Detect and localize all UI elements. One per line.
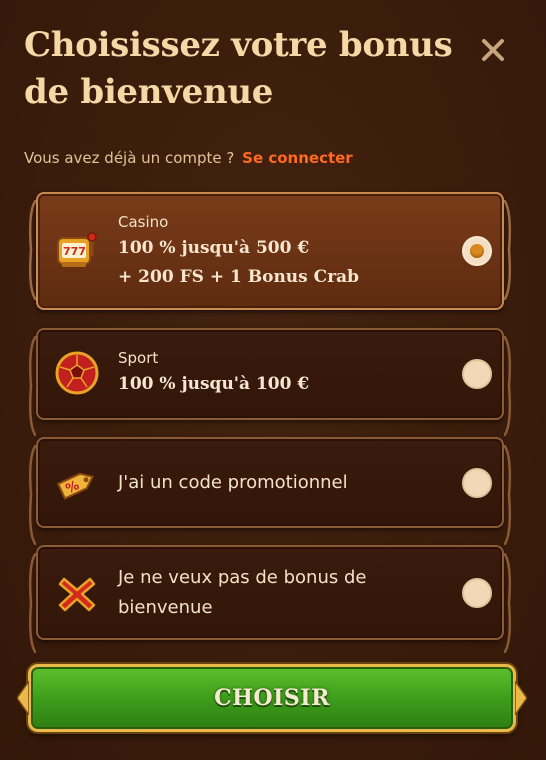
option-offer-line1: 100 % jusqu'à 500 € — [118, 238, 310, 258]
bonus-option-no-bonus[interactable]: Je ne veux pas de bonus de bienvenue — [28, 545, 512, 653]
svg-text:777: 777 — [63, 245, 86, 258]
bonus-option-casino[interactable]: 777 Casino 100 % jusqu'à 500 € + 200 FS … — [28, 192, 512, 310]
frame-ornament-right — [504, 445, 512, 545]
option-offer-line1: 100 % jusqu'à 100 € — [118, 374, 310, 394]
bonus-option-sport[interactable]: Sport 100 % jusqu'à 100 € — [28, 328, 512, 436]
option-label-line2: bienvenue — [118, 597, 213, 618]
radio-sport[interactable] — [462, 359, 492, 389]
button-ornament-left — [17, 681, 29, 715]
radio-promo-code[interactable] — [462, 468, 492, 498]
frame-ornament-left — [28, 445, 36, 545]
frame-ornament-right — [504, 553, 512, 653]
frame-ornament-left — [28, 200, 36, 300]
option-offer-line2: + 200 FS + 1 Bonus Crab — [118, 267, 360, 287]
login-link[interactable]: Se connecter — [242, 149, 353, 167]
button-ornament-right — [515, 681, 527, 715]
modal-title: Choisissez votre bonus de bienvenue — [24, 25, 453, 112]
option-label: J'ai un code promotionnel — [118, 472, 348, 493]
option-category: Sport — [118, 349, 159, 367]
radio-casino[interactable] — [462, 236, 492, 266]
close-icon — [482, 39, 504, 61]
option-label-line1: Je ne veux pas de bonus de — [118, 567, 367, 588]
bonus-option-promo-code[interactable]: % J'ai un code promotionnel — [28, 437, 512, 545]
choose-button[interactable]: CHOISIR — [17, 664, 527, 732]
login-prompt: Vous avez déjà un compte ? Se connecter — [24, 149, 353, 167]
welcome-bonus-modal: Choisissez votre bonus de bienvenue Vous… — [0, 0, 546, 760]
choose-button-label: CHOISIR — [214, 685, 330, 711]
option-promo-text: J'ai un code promotionnel — [118, 468, 348, 498]
close-button[interactable] — [476, 30, 510, 70]
radio-selected-dot — [470, 244, 484, 258]
frame-ornament-left — [28, 553, 36, 653]
promo-tag-icon: % — [56, 472, 94, 500]
frame-ornament-right — [504, 336, 512, 436]
radio-no-bonus[interactable] — [462, 578, 492, 608]
frame-ornament-left — [28, 336, 36, 436]
option-no-bonus-text: Je ne veux pas de bonus de bienvenue — [118, 563, 366, 623]
option-category: Casino — [118, 213, 169, 231]
soccer-ball-icon — [55, 351, 99, 395]
option-casino-text: Casino 100 % jusqu'à 500 € + 200 FS + 1 … — [118, 212, 359, 292]
login-prompt-text: Vous avez déjà un compte ? — [24, 149, 235, 167]
slot-machine-icon: 777 — [57, 232, 97, 267]
option-sport-text: Sport 100 % jusqu'à 100 € — [118, 348, 309, 399]
red-cross-icon — [58, 577, 96, 612]
frame-ornament-right — [504, 200, 512, 300]
